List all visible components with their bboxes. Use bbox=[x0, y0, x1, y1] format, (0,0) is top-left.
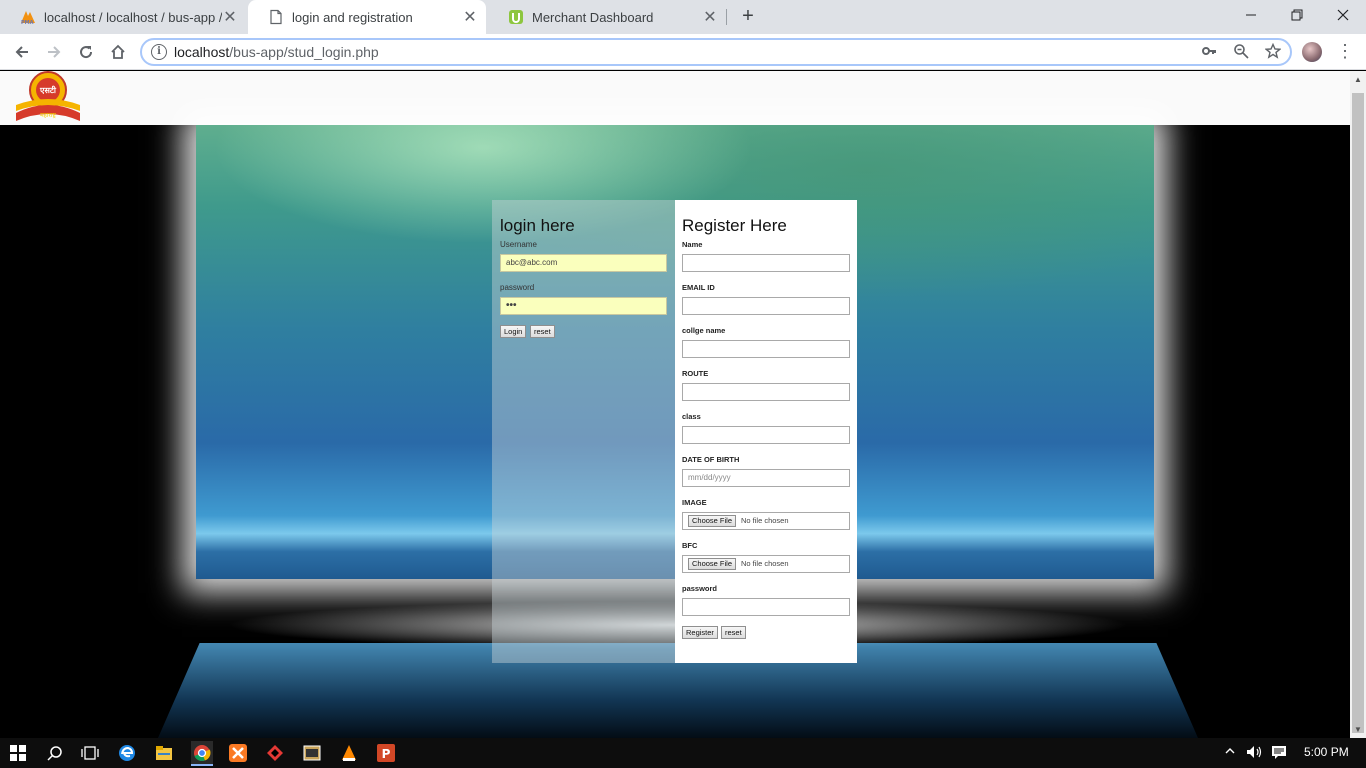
app-window-icon[interactable] bbox=[302, 743, 322, 763]
register-button[interactable]: Register bbox=[682, 626, 718, 639]
tab-title: login and registration bbox=[292, 9, 413, 25]
class-input[interactable] bbox=[682, 426, 850, 444]
minimize-icon[interactable] bbox=[1228, 0, 1274, 30]
task-view-icon[interactable] bbox=[80, 743, 100, 763]
name-input[interactable] bbox=[682, 254, 850, 272]
windows-start-icon[interactable] bbox=[8, 743, 28, 763]
password-input[interactable]: ••• bbox=[500, 297, 667, 315]
address-bar[interactable]: i localhost/bus-app/stud_login.php bbox=[140, 38, 1292, 66]
search-icon[interactable] bbox=[45, 743, 65, 763]
chrome-icon[interactable] bbox=[191, 741, 213, 766]
forward-icon[interactable] bbox=[42, 40, 66, 64]
taskbar-clock[interactable]: 5:00 PM bbox=[1304, 745, 1349, 759]
close-window-icon[interactable] bbox=[1320, 0, 1366, 30]
tab-login-registration[interactable]: login and registration ✕ bbox=[248, 0, 486, 34]
username-label: Username bbox=[500, 240, 537, 249]
back-icon[interactable] bbox=[10, 40, 34, 64]
login-button[interactable]: Login bbox=[500, 325, 527, 338]
email-input[interactable] bbox=[682, 297, 850, 315]
email-label: EMAIL ID bbox=[682, 283, 715, 292]
svg-text:P: P bbox=[382, 747, 391, 761]
tray-chevron-icon[interactable] bbox=[1224, 745, 1236, 760]
merchant-icon bbox=[509, 10, 523, 24]
close-tab-icon[interactable]: ✕ bbox=[462, 9, 478, 26]
browser-toolbar: i localhost/bus-app/stud_login.php ⋮ bbox=[0, 34, 1366, 70]
close-tab-icon[interactable]: ✕ bbox=[222, 9, 238, 26]
image-file-status: No file chosen bbox=[741, 516, 789, 525]
login-form: login here Username abc@abc.com password… bbox=[492, 200, 675, 663]
url-host: localhost bbox=[174, 44, 230, 60]
image-file-input[interactable]: Choose File No file chosen bbox=[682, 512, 850, 530]
register-title: Register Here bbox=[682, 216, 787, 235]
route-input[interactable] bbox=[682, 383, 850, 401]
app-red-diamond-icon[interactable] bbox=[265, 743, 285, 763]
login-reset-button[interactable]: reset bbox=[530, 325, 555, 338]
register-reset-button[interactable]: reset bbox=[721, 626, 746, 639]
username-input[interactable]: abc@abc.com bbox=[500, 254, 667, 272]
page-icon bbox=[270, 9, 282, 25]
restore-icon[interactable] bbox=[1274, 0, 1320, 30]
tab-phpmyadmin[interactable]: PMA localhost / localhost / bus-app / ✕ bbox=[0, 0, 246, 34]
scroll-down-icon[interactable]: ▼ bbox=[1354, 725, 1362, 734]
msrtc-logo: एसटी महाराष्ट्र bbox=[16, 71, 80, 121]
name-label: Name bbox=[682, 240, 703, 249]
dob-label: DATE OF BIRTH bbox=[682, 455, 740, 464]
edge-icon[interactable] bbox=[117, 743, 137, 763]
image-label: IMAGE bbox=[682, 498, 707, 507]
close-tab-icon[interactable]: ✕ bbox=[702, 9, 718, 26]
site-header: एसटी महाराष्ट्र bbox=[0, 71, 1350, 125]
xampp-icon[interactable] bbox=[228, 743, 248, 763]
powerpoint-icon[interactable]: P bbox=[376, 743, 396, 763]
login-title: login here bbox=[500, 216, 575, 235]
bfc-file-input[interactable]: Choose File No file chosen bbox=[682, 555, 850, 573]
file-explorer-icon[interactable] bbox=[154, 743, 174, 763]
route-label: ROUTE bbox=[682, 369, 709, 378]
college-label: collge name bbox=[682, 326, 726, 335]
page-viewport: एसटी महाराष्ट्र login here Username abc@… bbox=[0, 71, 1350, 738]
bfc-choose-file-button[interactable]: Choose File bbox=[688, 558, 737, 570]
reg-password-input[interactable] bbox=[682, 598, 850, 616]
vlc-icon[interactable] bbox=[339, 743, 359, 763]
register-form: Register Here Name EMAIL ID collge name … bbox=[675, 200, 857, 663]
info-icon[interactable]: i bbox=[151, 44, 167, 60]
key-icon[interactable] bbox=[1200, 43, 1218, 61]
college-input[interactable] bbox=[682, 340, 850, 358]
tab-separator bbox=[726, 9, 727, 25]
dob-input[interactable]: mm/dd/yyyy bbox=[682, 469, 850, 487]
image-choose-file-button[interactable]: Choose File bbox=[688, 515, 737, 527]
volume-icon[interactable] bbox=[1246, 745, 1264, 762]
tab-merchant-dashboard[interactable]: Merchant Dashboard ✕ bbox=[488, 0, 726, 34]
url-text: localhost/bus-app/stud_login.php bbox=[174, 44, 379, 60]
reload-icon[interactable] bbox=[74, 40, 98, 64]
bfc-label: BFC bbox=[682, 541, 698, 550]
svg-text:महाराष्ट्र: महाराष्ट्र bbox=[40, 112, 56, 119]
notifications-icon[interactable] bbox=[1271, 745, 1287, 762]
scroll-up-icon[interactable]: ▲ bbox=[1354, 75, 1362, 84]
tab-title: localhost / localhost / bus-app / bbox=[44, 9, 222, 25]
windows-taskbar: P 5:00 PM bbox=[0, 738, 1366, 768]
class-label: class bbox=[682, 412, 701, 421]
reg-password-label: password bbox=[682, 584, 718, 593]
profile-avatar[interactable] bbox=[1302, 42, 1322, 62]
scrollbar-thumb[interactable] bbox=[1352, 93, 1364, 733]
home-icon[interactable] bbox=[106, 40, 130, 64]
page-scrollbar[interactable]: ▲ ▼ bbox=[1350, 71, 1366, 738]
svg-text:PMA: PMA bbox=[21, 20, 34, 25]
tab-title: Merchant Dashboard bbox=[532, 9, 654, 25]
bookmark-star-icon[interactable] bbox=[1264, 42, 1282, 61]
phpmyadmin-icon: PMA bbox=[21, 11, 35, 25]
password-label: password bbox=[500, 283, 535, 292]
svg-text:एसटी: एसटी bbox=[39, 85, 57, 95]
menu-dots-icon[interactable]: ⋮ bbox=[1336, 41, 1354, 63]
tab-strip: PMA localhost / localhost / bus-app / ✕ … bbox=[0, 0, 1366, 34]
url-path: /bus-app/stud_login.php bbox=[229, 44, 379, 60]
new-tab-button[interactable]: + bbox=[738, 6, 758, 27]
bfc-file-status: No file chosen bbox=[741, 559, 789, 568]
zoom-icon[interactable] bbox=[1232, 43, 1250, 61]
